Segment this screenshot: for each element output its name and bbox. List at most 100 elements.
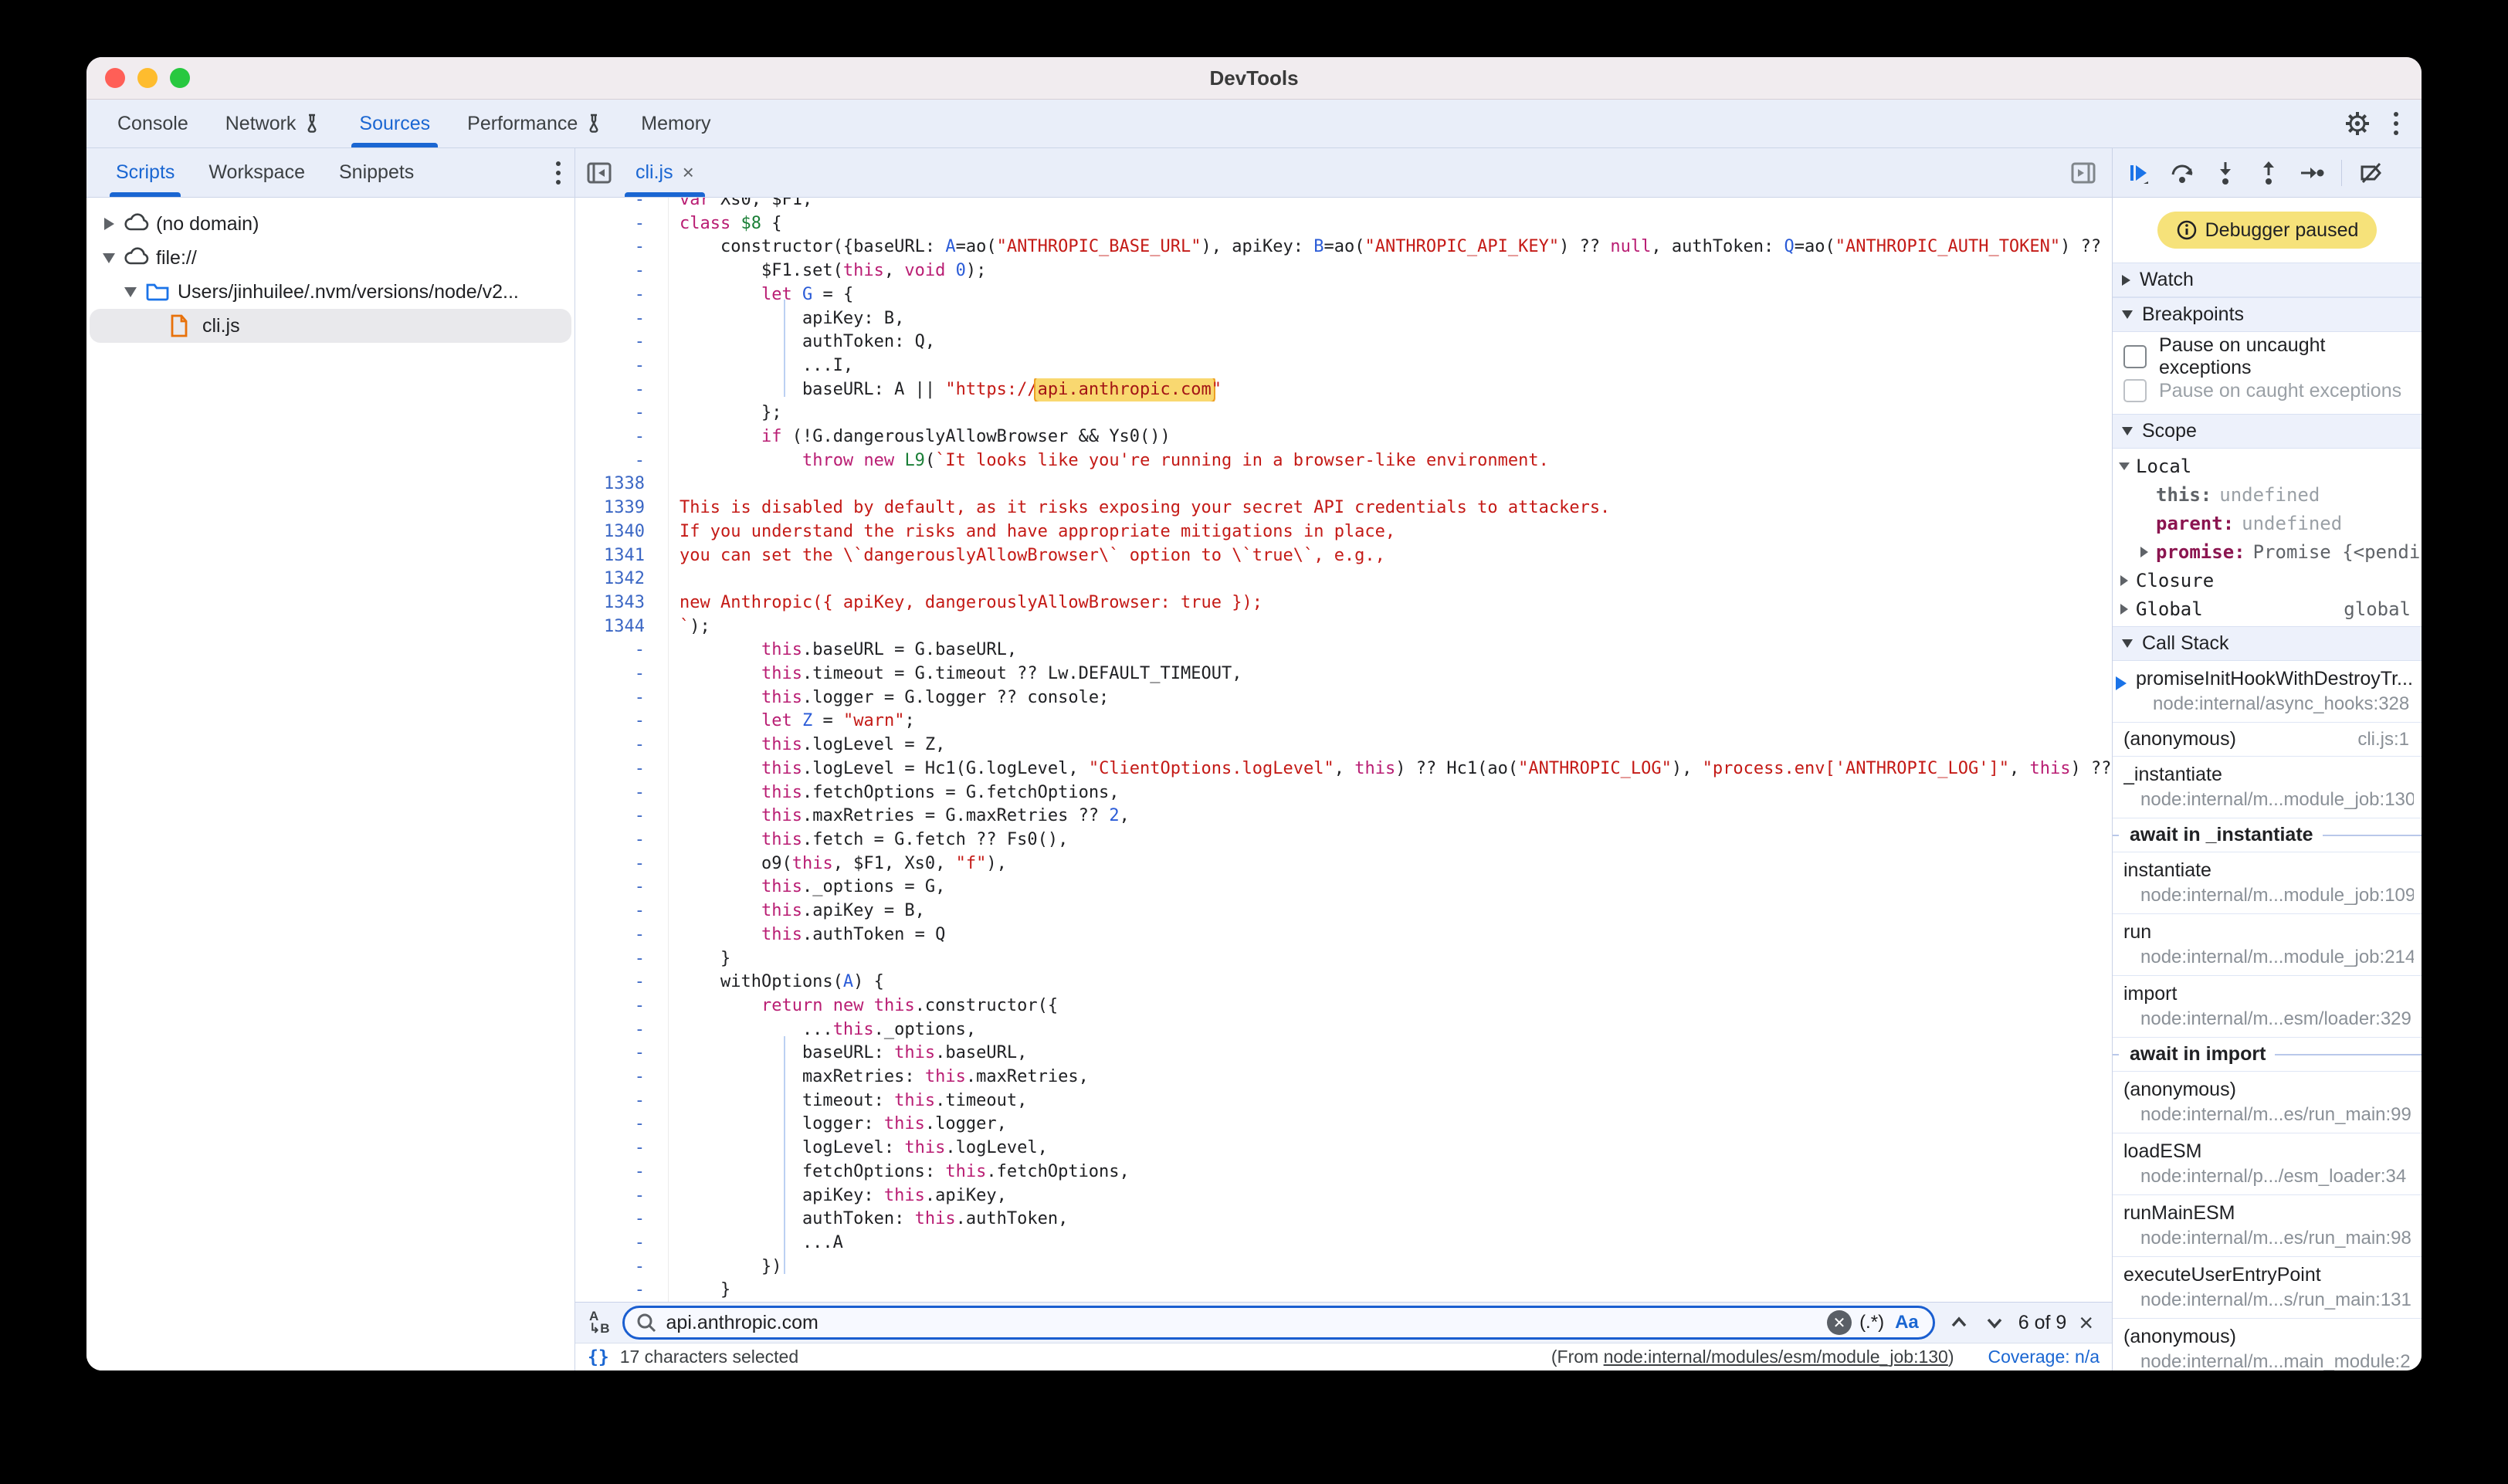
code-line[interactable]: - timeout: this.timeout, <box>575 1089 2112 1113</box>
code-line[interactable]: 1341you can set the \`dangerouslyAllowBr… <box>575 544 2112 568</box>
chevron-right-icon[interactable] <box>99 218 119 230</box>
editor-tab-clijs[interactable]: cli.js × <box>623 148 707 197</box>
line-gutter[interactable]: - <box>575 1208 668 1232</box>
call-stack-frame[interactable]: (anonymous)node:internal/m...es/run_main… <box>2113 1072 2422 1133</box>
next-result-button[interactable] <box>1983 1311 2006 1334</box>
chevron-right-icon[interactable] <box>2113 604 2136 615</box>
line-gutter[interactable]: - <box>575 1137 668 1160</box>
chevron-right-icon[interactable] <box>2113 575 2136 586</box>
line-gutter[interactable]: - <box>575 781 668 805</box>
checkbox[interactable] <box>2123 345 2147 368</box>
navigator-more-icon[interactable] <box>553 158 564 188</box>
line-gutter[interactable]: - <box>575 947 668 971</box>
navigator-tab-scripts[interactable]: Scripts <box>99 148 191 197</box>
navigator-tab-workspace[interactable]: Workspace <box>191 148 322 197</box>
code-line[interactable]: - constructor({baseURL: A=ao("ANTHROPIC_… <box>575 235 2112 259</box>
code-line[interactable]: - throw new L9(`It looks like you're run… <box>575 449 2112 473</box>
code-line[interactable]: - }; <box>575 401 2112 425</box>
tab-sources[interactable]: Sources <box>341 100 449 147</box>
chevron-down-icon[interactable] <box>120 287 141 297</box>
mapped-from-link[interactable]: node:internal/modules/esm/module_job:130 <box>1604 1347 1948 1367</box>
line-gutter[interactable]: - <box>575 198 668 212</box>
scope-local[interactable]: Local <box>2113 452 2422 480</box>
line-gutter[interactable]: - <box>575 852 668 876</box>
code-line[interactable]: - if (!G.dangerouslyAllowBrowser && Ys0(… <box>575 425 2112 449</box>
code-line[interactable]: 1340If you understand the risks and have… <box>575 520 2112 544</box>
line-gutter[interactable]: - <box>575 734 668 757</box>
tree-item-file-[interactable]: file:// <box>86 241 574 275</box>
pretty-print-icon[interactable]: {} <box>588 1347 609 1367</box>
call-stack-frame[interactable]: runMainESMnode:internal/m...es/run_main:… <box>2113 1195 2422 1257</box>
source-editor[interactable]: -var Xs0, $F1,-class $8 {- constructor({… <box>575 198 2112 1302</box>
regex-toggle[interactable]: (.*) <box>1859 1312 1884 1333</box>
code-line[interactable]: - let G = { <box>575 283 2112 307</box>
code-line[interactable]: 1338 <box>575 473 2112 496</box>
code-line[interactable]: - logLevel: this.logLevel, <box>575 1137 2112 1160</box>
resume-button[interactable] <box>2125 159 2153 187</box>
code-line[interactable]: - } <box>575 947 2112 971</box>
code-line[interactable]: - ...this._options, <box>575 1018 2112 1042</box>
code-line[interactable]: - this.maxRetries = G.maxRetries ?? 2, <box>575 805 2112 828</box>
code-line[interactable]: - logger: this.logger, <box>575 1113 2112 1137</box>
deactivate-breakpoints-button[interactable] <box>2357 159 2385 187</box>
call-stack-frame[interactable]: executeUserEntryPointnode:internal/m...s… <box>2113 1257 2422 1319</box>
code-line[interactable]: - $F1.set(this, void 0); <box>575 259 2112 283</box>
close-find-bar-icon[interactable]: × <box>2079 1309 2093 1337</box>
code-line[interactable]: - }) <box>575 1255 2112 1279</box>
chevron-down-icon[interactable] <box>99 253 119 263</box>
call-stack-frame[interactable]: (anonymous)cli.js:1 <box>2113 723 2422 757</box>
code-line[interactable]: -var Xs0, $F1, <box>575 198 2112 212</box>
line-gutter[interactable]: 1340 <box>575 520 668 544</box>
line-gutter[interactable]: - <box>575 757 668 781</box>
hide-navigator-icon[interactable] <box>586 160 612 186</box>
code-line[interactable]: - return new this.constructor({ <box>575 994 2112 1018</box>
toggle-debugger-sidebar-icon[interactable] <box>2070 160 2096 186</box>
line-gutter[interactable]: - <box>575 710 668 734</box>
line-gutter[interactable]: - <box>575 378 668 402</box>
code-line[interactable]: - ...A <box>575 1232 2112 1255</box>
code-line[interactable]: - let Z = "warn"; <box>575 710 2112 734</box>
scope-global[interactable]: Globalglobal <box>2113 595 2422 623</box>
code-line[interactable]: - this.fetchOptions = G.fetchOptions, <box>575 781 2112 805</box>
call-stack-frame[interactable]: promiseInitHookWithDestroyTr...node:inte… <box>2113 661 2422 723</box>
code-line[interactable]: - this.logger = G.logger ?? console; <box>575 686 2112 710</box>
line-gutter[interactable]: - <box>575 259 668 283</box>
tree-item-users-jinhuilee-nvm-versions-node-v2-[interactable]: Users/jinhuilee/.nvm/versions/node/v2... <box>86 275 574 309</box>
line-gutter[interactable]: - <box>575 1042 668 1066</box>
scope-this[interactable]: this:undefined <box>2113 480 2422 509</box>
line-gutter[interactable]: 1341 <box>575 544 668 568</box>
code-line[interactable]: - baseURL: A || "https://api.anthropic.c… <box>575 378 2112 402</box>
line-gutter[interactable]: - <box>575 401 668 425</box>
more-options-icon[interactable] <box>2391 109 2401 138</box>
line-gutter[interactable]: - <box>575 235 668 259</box>
line-gutter[interactable]: 1344 <box>575 615 668 639</box>
code-line[interactable]: - baseURL: this.baseURL, <box>575 1042 2112 1066</box>
code-line[interactable]: - withOptions(A) { <box>575 971 2112 994</box>
tab-memory[interactable]: Memory <box>622 100 729 147</box>
scope-closure[interactable]: Closure <box>2113 566 2422 595</box>
code-line[interactable]: - this.authToken = Q <box>575 923 2112 947</box>
replace-toggle-icon[interactable]: A ↳B <box>589 1310 610 1335</box>
code-line[interactable]: - this.timeout = G.timeout ?? Lw.DEFAULT… <box>575 662 2112 686</box>
line-gutter[interactable]: - <box>575 1018 668 1042</box>
line-gutter[interactable]: - <box>575 1066 668 1089</box>
coverage-link[interactable]: Coverage: n/a <box>1988 1347 2100 1367</box>
line-gutter[interactable]: 1339 <box>575 496 668 520</box>
step-out-button[interactable] <box>2255 159 2283 187</box>
settings-gear-icon[interactable] <box>2344 110 2371 137</box>
code-line[interactable]: - this._options = G, <box>575 876 2112 900</box>
code-line[interactable]: - this.logLevel = Z, <box>575 734 2112 757</box>
call-stack-frame[interactable]: instantiatenode:internal/m...module_job:… <box>2113 852 2422 914</box>
line-gutter[interactable]: - <box>575 283 668 307</box>
line-gutter[interactable]: - <box>575 971 668 994</box>
line-gutter[interactable]: - <box>575 354 668 378</box>
line-gutter[interactable]: - <box>575 1184 668 1208</box>
scope-promise[interactable]: promise:Promise {<pending>} <box>2113 537 2422 566</box>
line-gutter[interactable]: - <box>575 828 668 852</box>
code-line[interactable]: 1344`); <box>575 615 2112 639</box>
code-line[interactable]: - maxRetries: this.maxRetries, <box>575 1066 2112 1089</box>
line-gutter[interactable]: - <box>575 1232 668 1255</box>
code-line[interactable]: - this.fetch = G.fetch ?? Fs0(), <box>575 828 2112 852</box>
line-gutter[interactable]: - <box>575 639 668 662</box>
tab-performance[interactable]: Performance <box>449 100 622 147</box>
